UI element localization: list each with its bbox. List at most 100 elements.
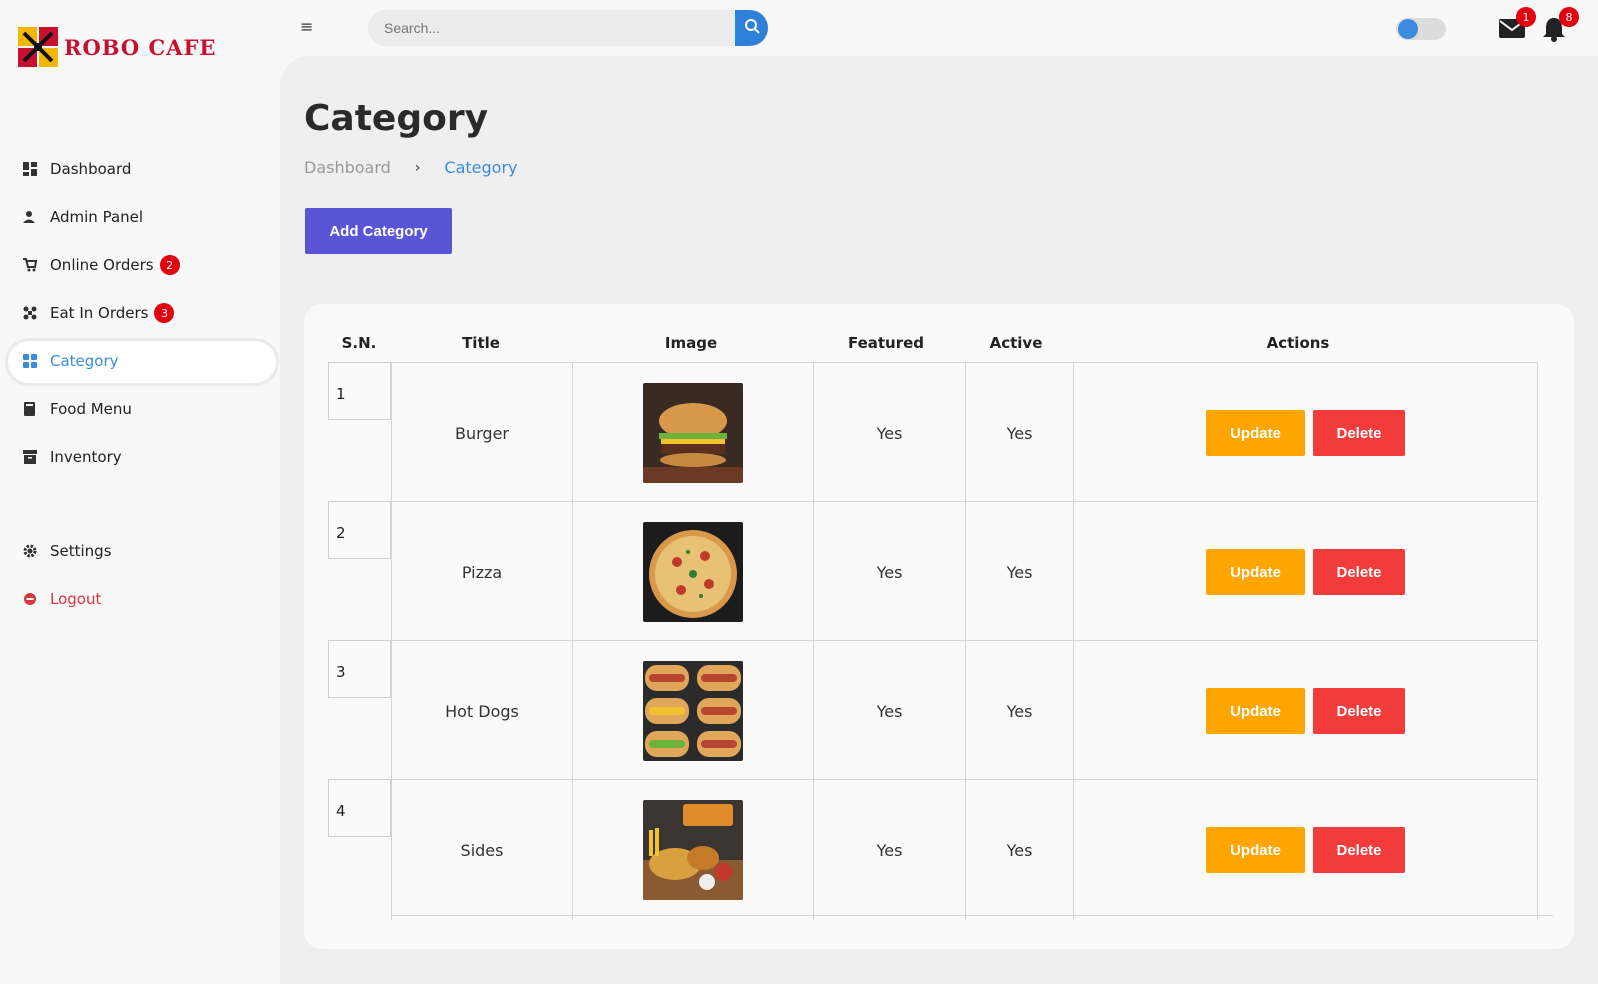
notification-count-badge: 8 [1559, 7, 1579, 27]
row-image-cell [572, 779, 813, 920]
row-title: Burger [391, 362, 572, 503]
search-button[interactable] [735, 10, 768, 46]
menu-toggle-icon[interactable]: ≡ [300, 18, 314, 36]
eat-in-orders-badge: 3 [154, 303, 175, 323]
row-serial-number: 4 [328, 779, 391, 837]
row-title: Pizza [391, 501, 572, 642]
sidebar: ROBO CAFE Dashboard Admin Panel Online O… [0, 0, 280, 984]
sidebar-item-food-menu[interactable]: Food Menu [0, 385, 280, 433]
row-featured-text: Yes [876, 423, 903, 443]
column-header-active: Active [989, 334, 1043, 352]
pizza-image [643, 522, 743, 622]
sidebar-item-label: Logout [50, 590, 102, 608]
row-featured: Yes [813, 779, 965, 920]
sides-image [643, 800, 743, 900]
row-active-text: Yes [1006, 562, 1033, 582]
delete-button[interactable]: Delete [1313, 688, 1405, 734]
grid-icon [22, 353, 38, 369]
row-image-cell [572, 640, 813, 781]
row-featured: Yes [813, 640, 965, 781]
sidebar-item-settings[interactable]: Settings [0, 527, 280, 575]
toggle-knob [1398, 19, 1418, 39]
row-active-text: Yes [1006, 840, 1033, 860]
row-actions: Update Delete [1073, 640, 1538, 781]
table-bottom-border [391, 915, 1553, 916]
archive-icon [22, 449, 38, 465]
row-active-text: Yes [1006, 701, 1033, 721]
delete-button[interactable]: Delete [1313, 827, 1405, 873]
row-actions: Update Delete [1073, 501, 1538, 642]
page-title: Category [304, 98, 489, 139]
row-title-text: Hot Dogs [445, 701, 519, 721]
notifications-button[interactable]: 8 [1541, 7, 1579, 42]
gear-icon [22, 543, 38, 559]
sidebar-item-label: Online Orders [50, 256, 154, 274]
breadcrumb-current: Category [444, 158, 518, 177]
robo-cafe-logo-icon [18, 27, 58, 67]
sidebar-item-label: Dashboard [50, 160, 132, 178]
delete-button[interactable]: Delete [1313, 549, 1405, 595]
update-button[interactable]: Update [1206, 688, 1305, 734]
row-title-text: Burger [455, 423, 509, 443]
add-category-button[interactable]: Add Category [305, 208, 452, 254]
row-active: Yes [965, 779, 1073, 920]
search-icon [744, 18, 760, 38]
table-row: 4 Sides Yes Yes Update Delete [328, 779, 1552, 920]
sidebar-item-inventory[interactable]: Inventory [0, 433, 280, 481]
dining-icon [22, 305, 38, 321]
update-button[interactable]: Update [1206, 410, 1305, 456]
sidebar-item-admin-panel[interactable]: Admin Panel [0, 193, 280, 241]
online-orders-badge: 2 [159, 255, 180, 275]
breadcrumb-dashboard-link[interactable]: Dashboard [304, 158, 391, 177]
sidebar-item-logout[interactable]: Logout [0, 575, 280, 623]
update-button[interactable]: Update [1206, 827, 1305, 873]
sidebar-item-label: Category [50, 352, 119, 370]
burger-image [643, 383, 743, 483]
sidebar-item-eat-in-orders[interactable]: Eat In Orders 3 [0, 289, 280, 337]
mail-count-badge: 1 [1516, 7, 1536, 27]
logout-icon [22, 591, 38, 607]
row-featured: Yes [813, 501, 965, 642]
search-bar [368, 10, 768, 46]
column-header-image: Image [664, 334, 718, 352]
sidebar-item-label: Food Menu [50, 400, 132, 418]
dashboard-icon [22, 161, 38, 177]
sidebar-item-dashboard[interactable]: Dashboard [0, 145, 280, 193]
cart-icon [22, 257, 38, 273]
brand-name: ROBO CAFE [64, 34, 217, 60]
mail-icon [1498, 19, 1526, 44]
column-header-featured: Featured [847, 334, 925, 352]
sidebar-item-label: Inventory [50, 448, 122, 466]
delete-button[interactable]: Delete [1313, 410, 1405, 456]
column-header-sn: S.N. [341, 334, 377, 352]
row-serial-number: 1 [328, 362, 391, 420]
bell-icon [1541, 18, 1567, 46]
sidebar-nav: Dashboard Admin Panel Online Orders 2 Ea… [0, 145, 280, 623]
mail-button[interactable]: 1 [1498, 7, 1536, 44]
row-serial-number: 3 [328, 640, 391, 698]
row-title-text: Pizza [461, 562, 503, 582]
theme-toggle[interactable] [1396, 18, 1446, 40]
update-button[interactable]: Update [1206, 549, 1305, 595]
sidebar-item-label: Settings [50, 542, 112, 560]
brand-logo[interactable]: ROBO CAFE [18, 27, 216, 67]
row-featured-text: Yes [876, 562, 903, 582]
row-title-text: Sides [460, 840, 504, 860]
sidebar-item-online-orders[interactable]: Online Orders 2 [0, 241, 280, 289]
hot-dogs-image [643, 661, 743, 761]
row-active-text: Yes [1006, 423, 1033, 443]
chevron-right-icon: › [414, 159, 421, 176]
row-featured-text: Yes [876, 840, 903, 860]
category-table: S.N. Title Image Featured Active Actions… [304, 304, 1574, 949]
active-indicator [8, 341, 276, 383]
column-header-title: Title [462, 334, 500, 352]
table-row: 1 Burger Yes Yes Update Delete [328, 362, 1552, 503]
row-serial-number: 2 [328, 501, 391, 559]
row-image-cell [572, 501, 813, 642]
row-image-cell [572, 362, 813, 503]
row-active: Yes [965, 362, 1073, 503]
column-header-actions: Actions [1266, 334, 1330, 352]
search-input[interactable] [368, 10, 736, 46]
sidebar-item-category[interactable]: Category [0, 337, 280, 385]
breadcrumb: Dashboard › Category [304, 158, 518, 177]
